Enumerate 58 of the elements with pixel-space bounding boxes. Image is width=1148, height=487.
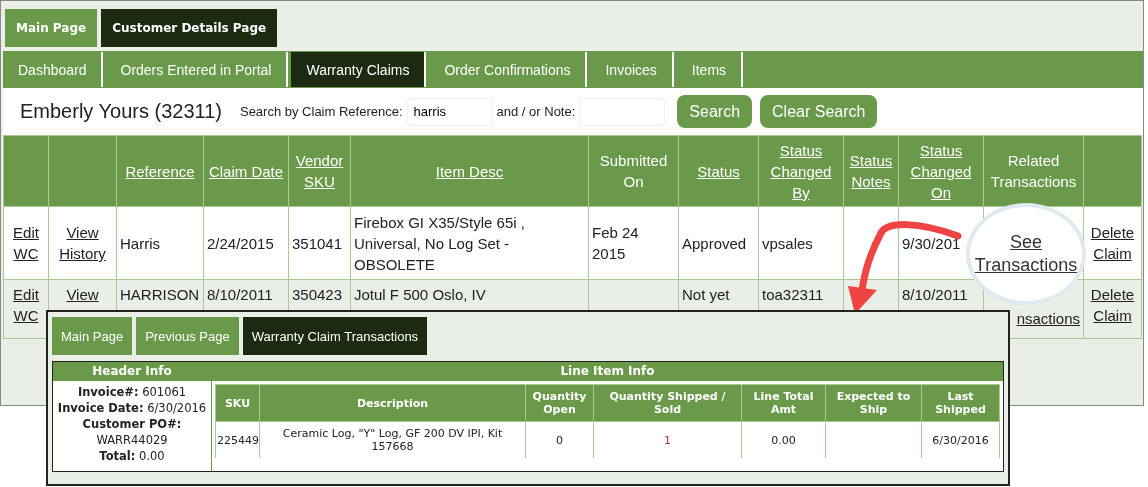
reference-field[interactable]: harris bbox=[406, 97, 493, 126]
page-tab[interactable]: Previous Page bbox=[136, 317, 239, 355]
table-cell: 0.00 bbox=[771, 433, 796, 447]
column-header: Expected to Ship bbox=[825, 384, 922, 422]
section-header: Line Item Info bbox=[212, 362, 1003, 383]
table-cell-text: Harris bbox=[120, 233, 160, 254]
table-cell-text: Feb 24 2015 bbox=[592, 223, 640, 264]
page-tab[interactable]: Main Page bbox=[5, 9, 98, 47]
table-link[interactable]: View bbox=[66, 284, 99, 305]
nav-tab[interactable]: Warranty Claims bbox=[291, 52, 427, 87]
section-header: Header Info bbox=[53, 362, 211, 381]
sort-link[interactable]: Status Changed On bbox=[902, 139, 980, 203]
header-field: Invoice Date: 6/30/2016 bbox=[57, 400, 207, 416]
column-header: Quantity Open bbox=[525, 384, 594, 422]
column-header: Description bbox=[259, 384, 526, 422]
sort-link[interactable]: Vendor SKU bbox=[292, 150, 347, 192]
header-field: Customer PO#: WARR44029 bbox=[82, 416, 182, 448]
note-label: and / or Note: bbox=[496, 104, 576, 119]
see-transactions-link[interactable]: See Transactions bbox=[970, 231, 1082, 277]
header-field: Total: 0.00 bbox=[99, 448, 165, 464]
table-cell-text: Jotul F 500 Oslo, IV bbox=[354, 285, 486, 305]
table-cell: 0 bbox=[556, 433, 563, 447]
sort-link[interactable]: Reference bbox=[125, 160, 195, 182]
sort-link[interactable]: Status Changed By bbox=[762, 139, 840, 203]
page-tab[interactable]: Customer Details Page bbox=[101, 9, 278, 47]
column-header: SKU bbox=[215, 384, 260, 422]
page-tab[interactable]: Warranty Claim Transactions bbox=[242, 317, 428, 355]
table-cell: 225449 bbox=[217, 433, 259, 447]
header-text: Related Transactions bbox=[989, 151, 1078, 192]
search-label: Search by Claim Reference: bbox=[239, 104, 403, 119]
table-cell-text: 351041 bbox=[292, 233, 343, 254]
table-cell-text: HARRISON bbox=[120, 285, 200, 305]
table-cell: 6/30/2016 bbox=[932, 433, 989, 447]
column-header: Quantity Shipped / Sold bbox=[593, 384, 742, 422]
sort-link[interactable]: Status bbox=[697, 160, 740, 182]
table-cell-text: Approved bbox=[682, 233, 747, 254]
sort-link[interactable]: Status Notes bbox=[847, 150, 895, 192]
table-cell-text: Not yet bbox=[682, 285, 730, 305]
table-cell-text: 9/30/201 bbox=[902, 233, 961, 254]
sort-link[interactable]: Item Desc bbox=[435, 160, 504, 182]
search-button[interactable]: Search bbox=[677, 95, 753, 128]
sort-link[interactable]: Claim Date bbox=[208, 160, 284, 182]
header-text: Submitted On bbox=[598, 151, 669, 192]
table-cell-text: Firebox GI X35/Style 65i , Universal, No Log Set - OBSOLETE bbox=[354, 212, 526, 275]
table-cell: Ceramic Log, "Y" Log, GF 200 DV IPI, Kit 157668 bbox=[282, 427, 503, 453]
table-cell-text: 8/10/2011 bbox=[902, 285, 968, 305]
table-cell-text: toa32311 bbox=[762, 285, 824, 305]
page-tab[interactable]: Main Page bbox=[52, 317, 133, 355]
table-cell-text: 2/24/2015 bbox=[207, 233, 274, 254]
column-header: Last Shipped bbox=[921, 384, 1000, 422]
table-cell-text: 350423 bbox=[292, 285, 343, 305]
column-header: Line Total Amt bbox=[741, 384, 826, 422]
table-cell-text: 8/10/2011 bbox=[207, 285, 273, 305]
clear-search-button[interactable]: Clear Search bbox=[760, 95, 878, 128]
customer-title: Emberly Yours (32311) bbox=[20, 100, 222, 123]
header-field: Invoice#: 601061 bbox=[77, 384, 187, 400]
table-cell-text: vpsales bbox=[762, 233, 813, 254]
table-cell: 1 bbox=[664, 433, 671, 447]
